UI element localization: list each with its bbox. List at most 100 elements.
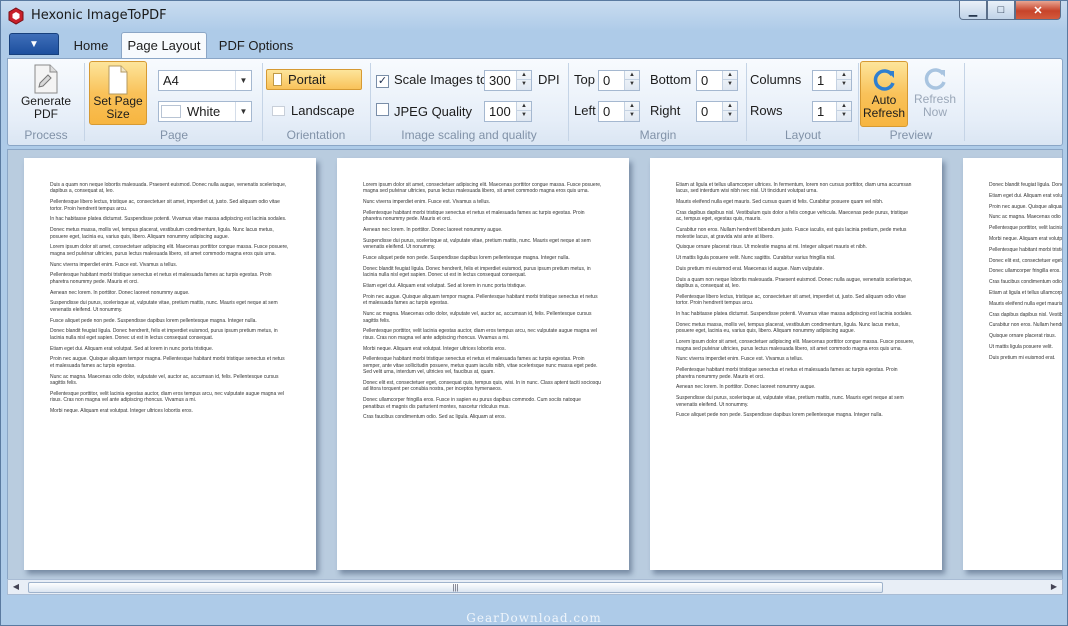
scroll-right-icon[interactable]: ▶ (1048, 581, 1060, 593)
portrait-button[interactable]: Portait (266, 69, 362, 90)
margin-bottom-label: Bottom (650, 72, 692, 87)
auto-refresh-button[interactable]: Auto Refresh (860, 61, 908, 127)
refresh-icon (873, 69, 895, 91)
tab-page-layout[interactable]: Page Layout (121, 32, 207, 58)
page-paragraph: Curabitur non eros. Nullam hendrerit bib… (676, 227, 907, 240)
spin-up-icon[interactable]: ▲ (517, 71, 531, 80)
landscape-icon (272, 105, 285, 116)
spin-up-icon[interactable]: ▲ (837, 102, 851, 111)
page-paragraph: Quisque ornare placerat risus. (989, 333, 1056, 340)
page-paragraph: Pellentesque libero lectus, tristique ac… (676, 294, 906, 307)
set-page-size-label: Set Page Size (93, 94, 143, 121)
title-bar[interactable]: Hexonic ImageToPDF ▁ □ ✕ (1, 1, 1067, 31)
margin-top-label: Top (574, 72, 595, 87)
landscape-button[interactable]: Landscape (266, 100, 362, 121)
preview-page: Etiam at ligula et tellus ullamcorper ul… (650, 158, 942, 570)
jpeg-quality-spinner[interactable]: 100 ▲ ▼ (484, 101, 532, 122)
spin-down-icon[interactable]: ▼ (517, 111, 531, 120)
columns-label: Columns (750, 72, 802, 87)
maximize-button[interactable]: □ (987, 1, 1015, 20)
page-paragraph: Aenean nec lorem. In porttitor. Donec la… (50, 289, 190, 296)
page-paragraph: Lorem ipsum dolor sit amet, consectetuer… (676, 339, 915, 352)
margin-top-spinner[interactable]: 0 ▲ ▼ (598, 70, 640, 91)
tab-pdf-options[interactable]: PDF Options (213, 32, 299, 58)
margin-right-spinner[interactable]: 0 ▲ ▼ (696, 101, 738, 122)
tab-home[interactable]: Home (65, 32, 117, 58)
color-swatch (161, 105, 181, 118)
page-paragraph: In hac habitasse platea dictumst. Suspen… (50, 216, 287, 223)
page-paragraph: Nunc viverra imperdiet enim. Fusce est. … (50, 261, 178, 268)
horizontal-scrollbar[interactable]: ◀ ||| ▶ (7, 579, 1063, 595)
page-paragraph: Pellentesque habitant morbi tristique se… (363, 356, 598, 376)
spin-up-icon[interactable]: ▲ (723, 102, 737, 111)
close-button[interactable]: ✕ (1015, 1, 1061, 20)
group-separator (858, 63, 859, 141)
page-paragraph: Lorem ipsum dolor sit amet, consectetuer… (363, 182, 602, 195)
page-paragraph: Aenean nec lorem. In porttitor. Donec la… (363, 227, 503, 234)
portrait-icon (273, 73, 282, 86)
spin-down-icon[interactable]: ▼ (837, 111, 851, 120)
page-paragraph: Cras faucibus condimentum odio. Sed ac l… (363, 414, 506, 421)
spin-down-icon[interactable]: ▼ (625, 80, 639, 89)
page-paragraph: Duis a quam non neque lobortis malesuada… (676, 276, 913, 290)
page-text: Lorem ipsum dolor sit amet, consectetuer… (363, 182, 603, 425)
auto-refresh-label: Auto Refresh (862, 93, 906, 120)
page-paragraph: Pellentesque habitant morbi tristique se… (676, 367, 898, 380)
preview-page: Lorem ipsum dolor sit amet, consectetuer… (337, 158, 629, 570)
page-paragraph: Fusce aliquet pede non pede. Suspendisse… (363, 255, 570, 262)
page-color-select[interactable]: White ▼ (158, 101, 252, 122)
spin-down-icon[interactable]: ▼ (837, 80, 851, 89)
group-label-preview: Preview (889, 128, 933, 142)
page-paragraph: Duis pretium mi euismod erat. (989, 354, 1056, 361)
group-label-orientation: Orientation (286, 128, 346, 142)
page-paragraph: Donec blandit feugiat ligula. Donec hend… (989, 182, 1062, 188)
spin-up-icon[interactable]: ▲ (625, 102, 639, 111)
page-paragraph: Etiam at ligula et tellus ullamcorper ul… (989, 289, 1063, 296)
checkmark-icon: ✓ (376, 75, 389, 88)
minimize-button[interactable]: ▁ (959, 1, 987, 20)
page-paragraph: Pellentesque libero lectus, tristique ac… (50, 199, 280, 212)
spin-down-icon[interactable]: ▼ (517, 80, 531, 89)
group-image-scaling: ✓ Scale Images to 300 ▲ ▼ DPI JPEG Quality … (374, 61, 564, 145)
scroll-left-icon[interactable]: ◀ (10, 581, 22, 593)
dpi-spinner[interactable]: 300 ▲ ▼ (484, 70, 532, 91)
page-paragraph: Duis a quam non neque lobortis malesuada… (50, 182, 287, 195)
preview-page: Donec blandit feugiat ligula. Donec hend… (963, 158, 1063, 570)
spin-down-icon[interactable]: ▼ (625, 111, 639, 120)
group-layout: Columns 1 ▲ ▼ Rows 1 ▲ ▼ Layout (750, 61, 856, 145)
group-separator (84, 63, 85, 141)
portrait-label: Portait (288, 72, 326, 87)
jpeg-quality-checkbox[interactable]: JPEG Quality (376, 103, 472, 119)
scale-images-checkbox[interactable]: ✓ Scale Images to (376, 72, 487, 88)
page-paragraph: Morbi neque. Aliquam erat volutpat. Inte… (50, 408, 193, 415)
columns-spinner[interactable]: 1 ▲ ▼ (812, 70, 852, 91)
rows-spinner[interactable]: 1 ▲ ▼ (812, 101, 852, 122)
columns-value: 1 (817, 73, 825, 88)
page-paragraph: Suspendisse dui purus, scelerisque at, v… (363, 238, 591, 251)
page-color-value: White (187, 104, 221, 119)
group-margin: Top 0 ▲ ▼ Bottom 0 ▲ ▼ Left 0 ▲ ▼ Right 0 ▲ ▼ Ma… (572, 61, 744, 145)
preview-area[interactable]: Duis a quam non neque lobortis malesuada… (7, 149, 1063, 593)
set-page-size-button[interactable]: Set Page Size (89, 61, 147, 125)
margin-bottom-spinner[interactable]: 0 ▲ ▼ (696, 70, 738, 91)
page-paragraph: Etiam at ligula et tellus ullamcorper ul… (676, 182, 912, 195)
margin-left-spinner[interactable]: 0 ▲ ▼ (598, 101, 640, 122)
spin-down-icon[interactable]: ▼ (723, 111, 737, 120)
app-menu-button[interactable]: ▼ (9, 33, 59, 55)
spin-up-icon[interactable]: ▲ (625, 71, 639, 80)
margin-top-value: 0 (603, 73, 611, 88)
margin-left-value: 0 (603, 104, 611, 119)
refresh-now-button[interactable]: Refresh Now (910, 65, 960, 127)
spin-down-icon[interactable]: ▼ (723, 80, 737, 89)
spin-up-icon[interactable]: ▲ (723, 71, 737, 80)
spin-up-icon[interactable]: ▲ (517, 102, 531, 111)
page-paragraph: Quisque ornare placerat risus. Ut molest… (676, 244, 867, 251)
spin-up-icon[interactable]: ▲ (837, 71, 851, 80)
page-paragraph: Etiam eget dui. Aliquam erat volutpat. (989, 192, 1063, 199)
group-separator (370, 63, 371, 141)
generate-pdf-button[interactable]: Generate PDF (14, 63, 78, 125)
page-paragraph: Ut mattis ligula posuere velit. Nunc sag… (676, 255, 836, 262)
preview-page: Duis a quam non neque lobortis malesuada… (24, 158, 316, 570)
page-size-select[interactable]: A4 ▼ (158, 70, 252, 91)
scroll-thumb[interactable]: ||| (28, 582, 883, 593)
